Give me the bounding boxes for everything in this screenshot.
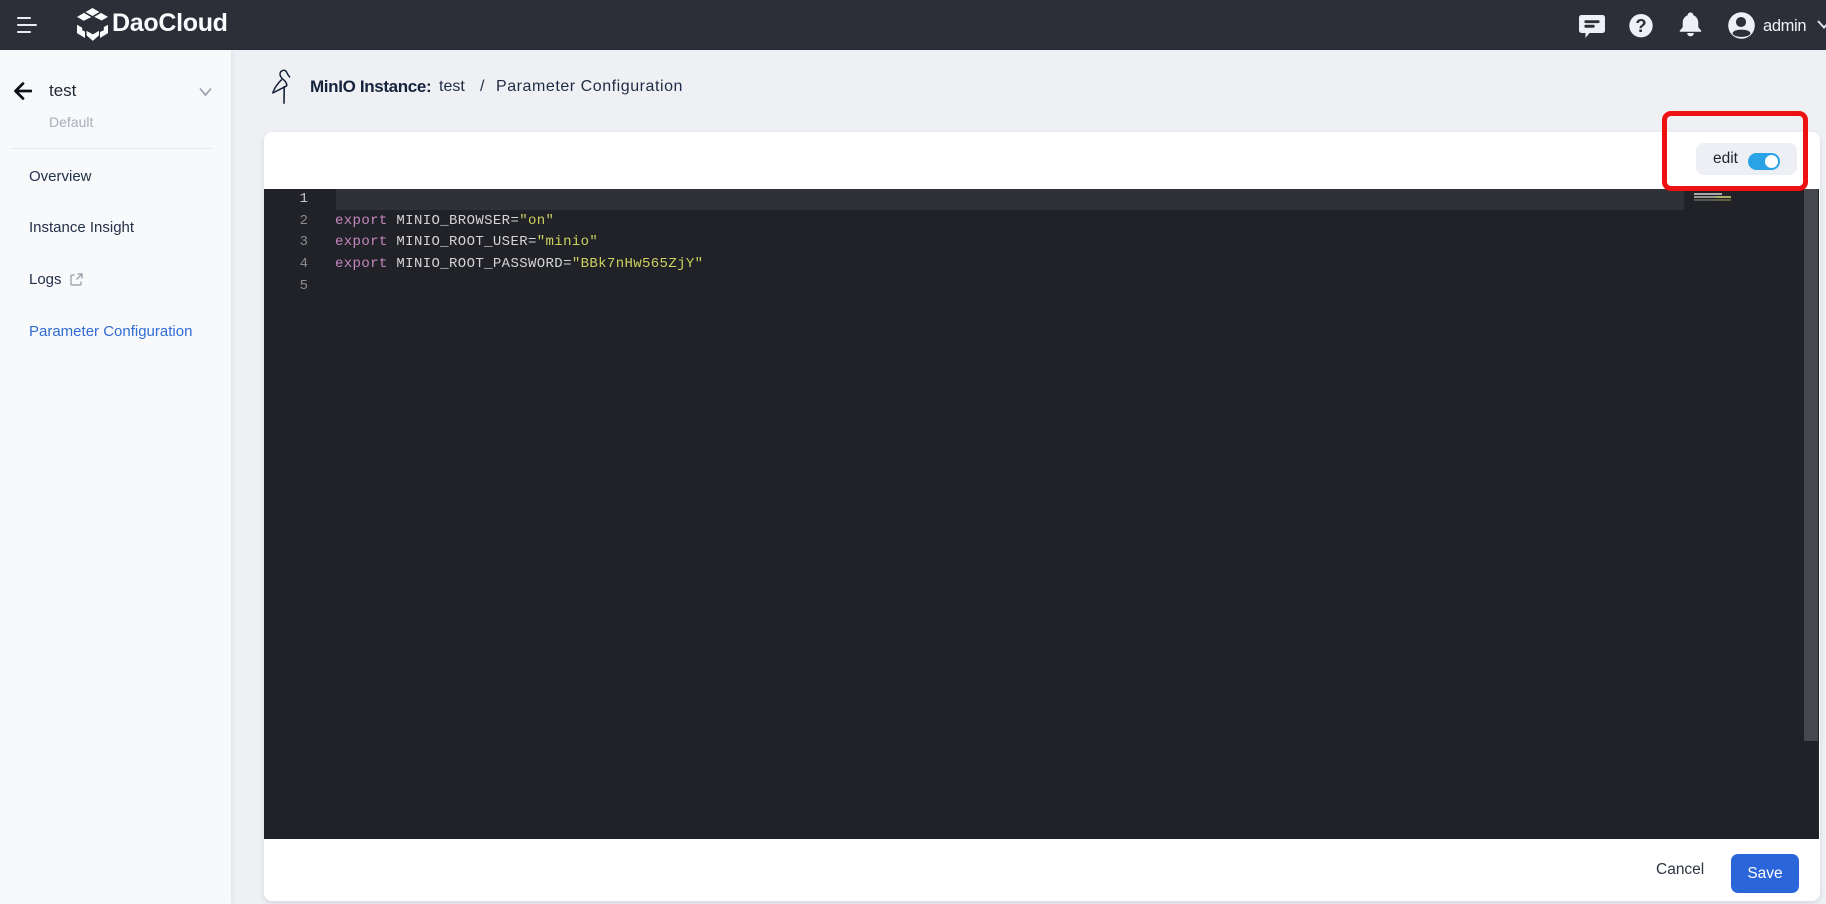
- svg-text:?: ?: [1635, 15, 1646, 36]
